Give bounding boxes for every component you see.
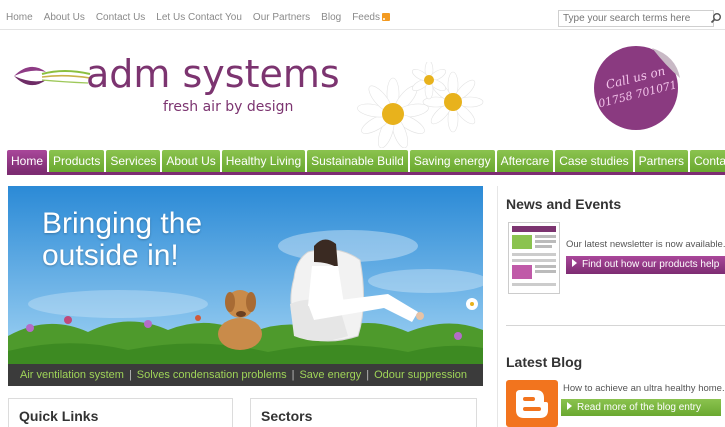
nav-contact[interactable]: Contact [690,150,725,172]
brand-tagline: fresh air by design [163,99,294,115]
blog-text: How to achieve an ultra healthy home... [563,383,725,394]
sectors-title: Sectors [261,408,313,424]
news-text: Our latest newsletter is now available..… [566,239,725,250]
nav-partners[interactable]: Partners [634,150,688,172]
nav-healthy-living[interactable]: Healthy Living [221,150,306,172]
nav-products[interactable]: Products [49,150,105,172]
top-link-our-partners[interactable]: Our Partners [253,12,310,23]
blogger-icon[interactable] [506,380,558,427]
find-out-products-label: Find out how our products help [582,259,720,270]
nav-underline [7,172,725,175]
logo-leaf-icon[interactable] [12,56,92,96]
nav-case-studies[interactable]: Case studies [555,150,633,172]
nav-about-us[interactable]: About Us [162,150,220,172]
caption-item-condensation: Solves condensation problems [136,369,287,381]
top-link-feeds[interactable]: Feeds [352,12,390,23]
caption-separator: | [366,369,370,381]
caption-item-ventilation: Air ventilation system [20,369,124,381]
hero-banner[interactable]: Bringing the outside in! [8,186,483,386]
read-more-blog-label: Read more of the blog entry [577,402,701,413]
hero-caption-bar: Air ventilation system | Solves condensa… [8,364,483,386]
brand-name[interactable]: adm systems [86,54,340,94]
read-more-blog-button[interactable]: Read more of the blog entry [561,399,721,416]
nav-saving-energy[interactable]: Saving energy [409,150,495,172]
quick-links-panel: Quick Links [8,398,233,427]
sidebar-divider [497,186,498,427]
caption-separator: | [291,369,295,381]
hero-title-line-2: outside in! [42,239,179,272]
top-links: Home About Us Contact Us Let Us Contact … [6,12,390,23]
feeds-label: Feeds [352,12,380,23]
top-utility-bar: Home About Us Contact Us Let Us Contact … [0,0,725,30]
rss-icon [381,13,390,21]
caption-item-odour: Odour suppression [374,369,468,381]
hero-title-line-1: Bringing the [42,207,203,240]
top-link-contact-us[interactable]: Contact Us [96,12,145,23]
main-nav: Home Products Services About Us Healthy … [7,150,725,172]
top-link-about-us[interactable]: About Us [44,12,85,23]
caption-item-save-energy: Save energy [299,369,362,381]
nav-services[interactable]: Services [106,150,161,172]
hero-title: Bringing the outside in! [42,208,242,272]
find-out-products-button[interactable]: Find out how our products help [566,256,725,274]
sidebar-separator [506,325,725,326]
caption-separator: | [128,369,132,381]
daisies-image [357,62,484,148]
top-link-home[interactable]: Home [6,12,33,23]
nav-sustainable-build[interactable]: Sustainable Build [307,150,408,172]
top-link-blog[interactable]: Blog [321,12,341,23]
quick-links-title: Quick Links [19,408,99,424]
search-icon[interactable] [710,12,722,24]
newsletter-thumbnail[interactable] [508,222,560,294]
arrow-icon [567,402,572,410]
arrow-icon [572,259,577,267]
top-link-let-us-contact-you[interactable]: Let Us Contact You [156,12,242,23]
nav-aftercare[interactable]: Aftercare [496,150,554,172]
nav-home[interactable]: Home [7,150,48,172]
sectors-panel: Sectors [250,398,477,427]
news-title: News and Events [506,196,622,212]
search-input[interactable] [558,10,714,27]
call-us-badge[interactable]: Call us on 01758 701071 [590,42,684,132]
blog-title: Latest Blog [506,354,583,370]
